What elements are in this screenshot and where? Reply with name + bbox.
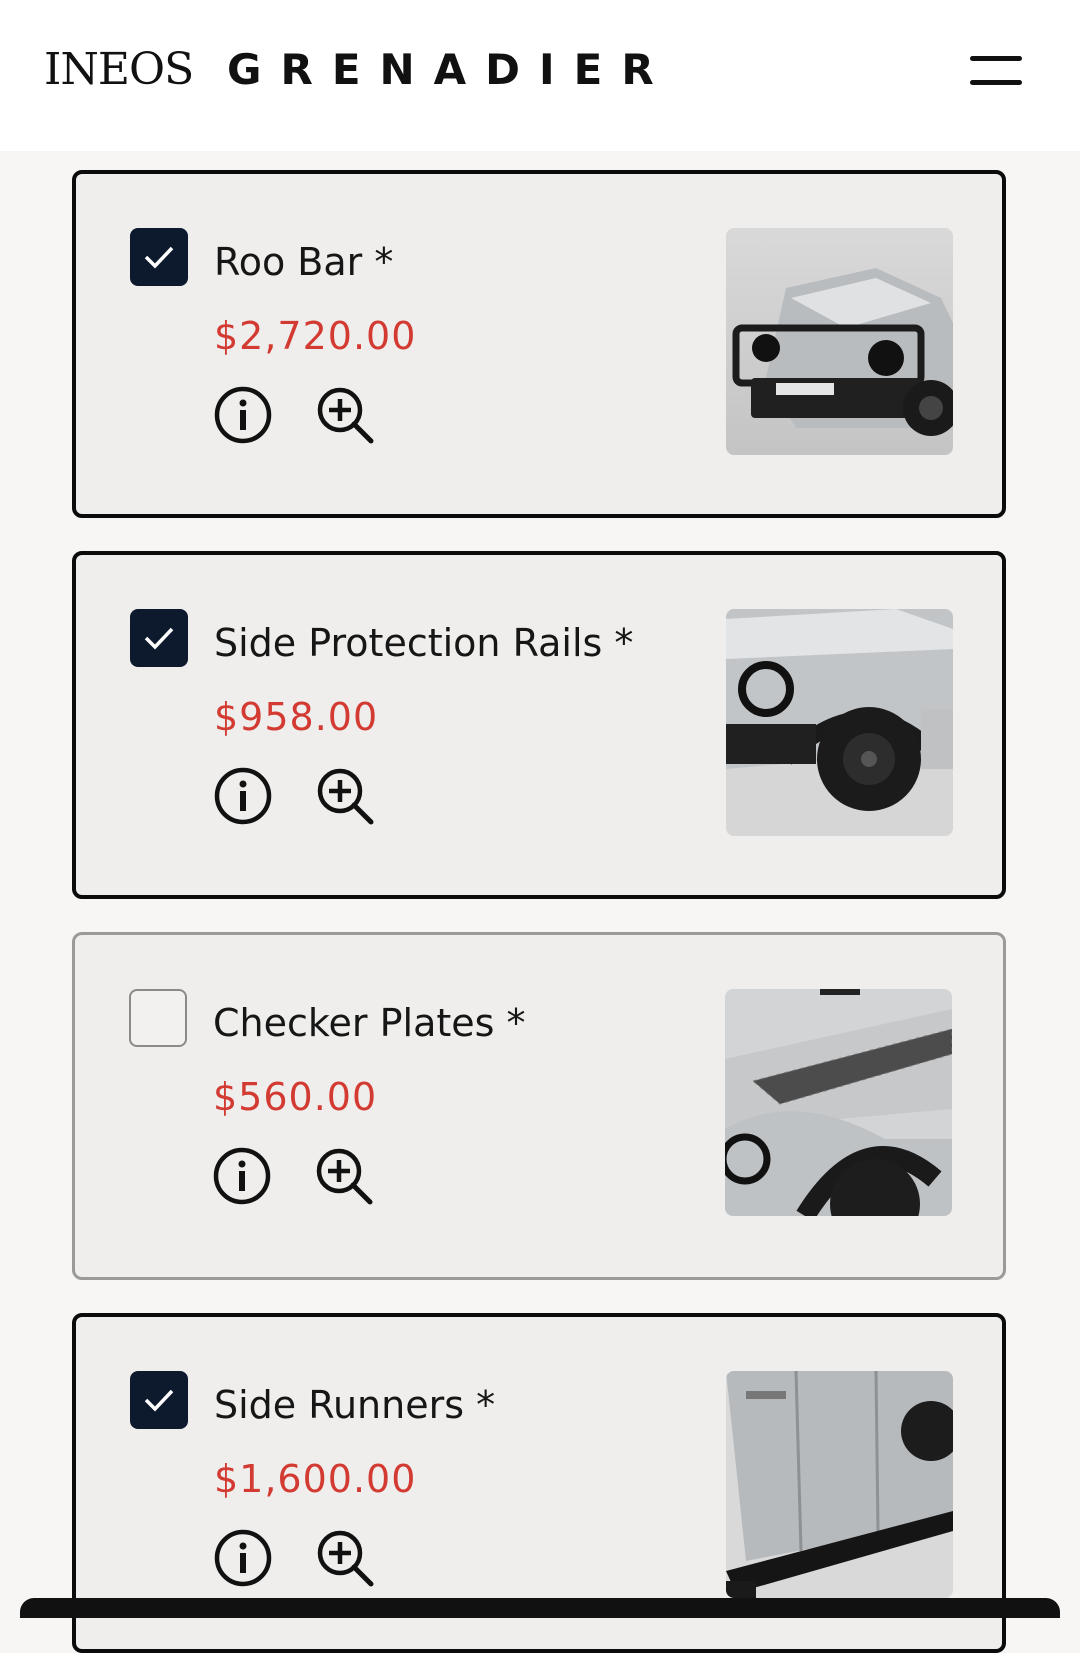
zoom-in-icon[interactable] bbox=[314, 384, 376, 446]
accessory-name: Side Runners * bbox=[214, 1383, 496, 1427]
info-icon[interactable] bbox=[212, 384, 274, 446]
grenadier-logo[interactable]: GRENADIER bbox=[227, 44, 673, 96]
site-header: INEOS GRENADIER bbox=[0, 0, 1080, 151]
info-icon[interactable] bbox=[212, 765, 274, 827]
info-icon[interactable] bbox=[211, 1145, 273, 1207]
accessory-price: $1,600.00 bbox=[214, 1457, 417, 1501]
accessory-image[interactable] bbox=[726, 609, 953, 836]
accessory-card-side-protection-rails[interactable]: Side Protection Rails * $958.00 bbox=[72, 551, 1006, 899]
accessory-checkbox[interactable] bbox=[130, 609, 188, 667]
accessory-name: Checker Plates * bbox=[213, 1001, 526, 1045]
accessory-name: Roo Bar * bbox=[214, 240, 394, 284]
zoom-in-icon[interactable] bbox=[313, 1145, 375, 1207]
info-icon[interactable] bbox=[212, 1527, 274, 1589]
hamburger-icon bbox=[970, 56, 1022, 61]
accessory-checkbox[interactable] bbox=[130, 1371, 188, 1429]
accessory-name: Side Protection Rails * bbox=[214, 621, 634, 665]
accessory-card-roo-bar[interactable]: Roo Bar * $2,720.00 bbox=[72, 170, 1006, 518]
zoom-in-icon[interactable] bbox=[314, 1527, 376, 1589]
checkmark-icon bbox=[144, 627, 174, 650]
accessory-card-checker-plates[interactable]: Checker Plates * $560.00 bbox=[72, 932, 1006, 1280]
accessory-image[interactable] bbox=[725, 989, 952, 1216]
accessory-price: $2,720.00 bbox=[214, 314, 417, 358]
accessory-price: $560.00 bbox=[213, 1075, 378, 1119]
bottom-sheet-edge bbox=[20, 1598, 1060, 1618]
accessory-checkbox[interactable] bbox=[130, 228, 188, 286]
accessory-image[interactable] bbox=[726, 228, 953, 455]
zoom-in-icon[interactable] bbox=[314, 765, 376, 827]
accessory-price: $958.00 bbox=[214, 695, 379, 739]
accessory-checkbox[interactable] bbox=[129, 989, 187, 1047]
accessory-image[interactable] bbox=[726, 1371, 953, 1598]
ineos-logo[interactable]: INEOS bbox=[44, 44, 194, 96]
checkmark-icon bbox=[144, 1389, 174, 1412]
menu-button[interactable] bbox=[968, 50, 1026, 90]
checkmark-icon bbox=[144, 246, 174, 269]
